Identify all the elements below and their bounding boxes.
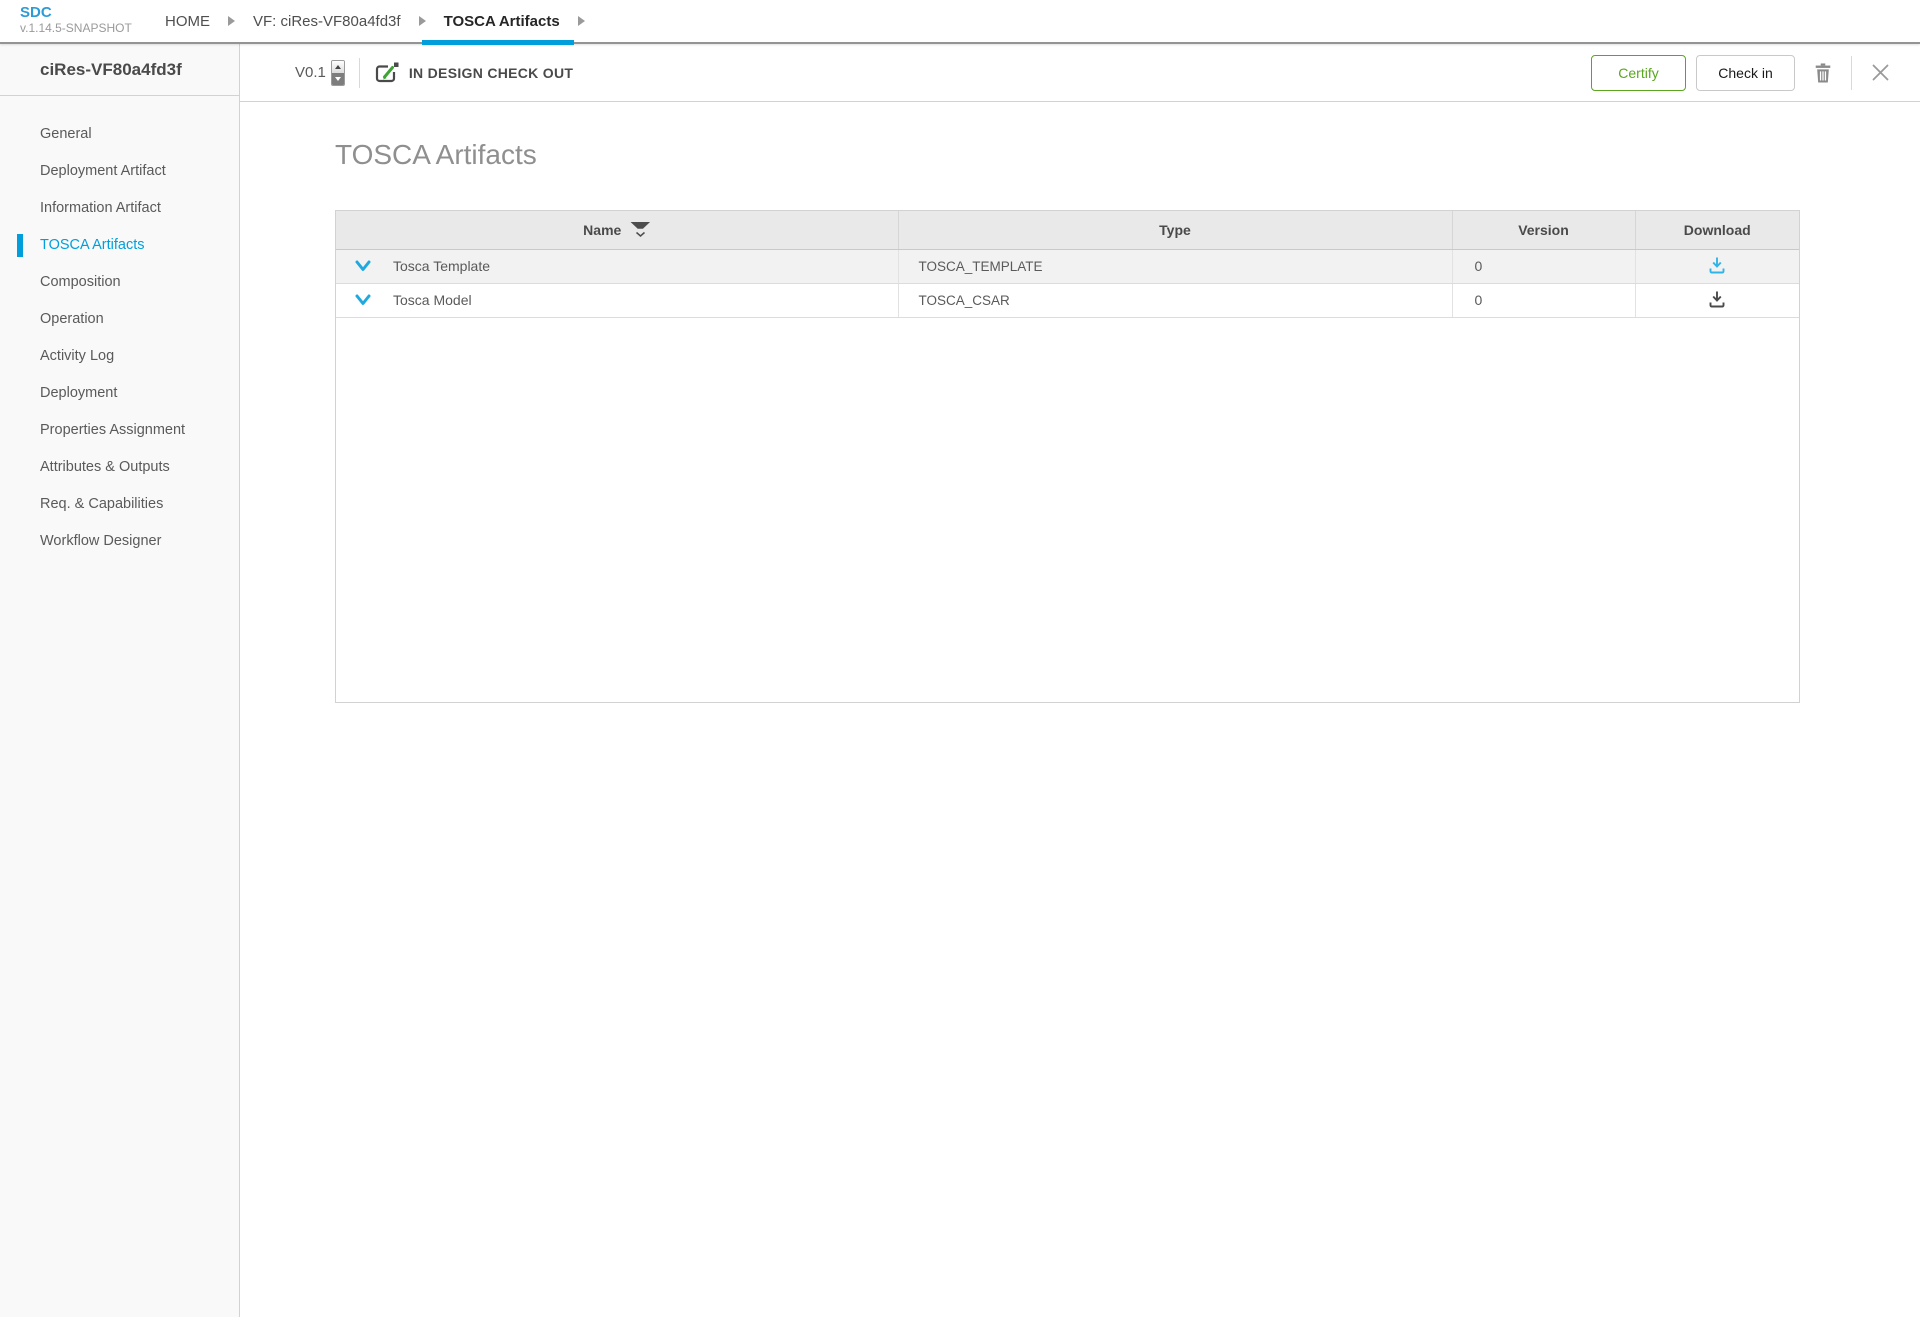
artifact-version: 0 (1452, 249, 1635, 283)
toolbar-divider (1851, 56, 1852, 90)
sidebar-item-attributes-outputs[interactable]: Attributes & Outputs (0, 449, 239, 486)
stepper-up-icon[interactable] (332, 61, 344, 73)
sdc-version-text: v.1.14.5-SNAPSHOT (20, 21, 165, 36)
sidebar-item-deployment-artifact[interactable]: Deployment Artifact (0, 153, 239, 190)
table-header-row: Name Type Version Download (336, 211, 1799, 249)
sidebar-item-tosca-artifacts[interactable]: TOSCA Artifacts (0, 227, 239, 264)
breadcrumb-arrow-icon (419, 16, 426, 26)
check-in-button[interactable]: Check in (1696, 55, 1795, 91)
lifecycle-state-label: IN DESIGN CHECK OUT (409, 65, 573, 81)
sidebar: ciRes-VF80a4fd3f General Deployment Arti… (0, 44, 240, 1317)
artifact-type: TOSCA_CSAR (898, 283, 1452, 317)
sort-descending-icon (630, 222, 650, 238)
sidebar-resource-title: ciRes-VF80a4fd3f (0, 44, 239, 96)
lifecycle-toolbar: V0.1 IN DESIGN CHECK OUT Certify Check i… (240, 44, 1920, 102)
tab-home[interactable]: HOME (165, 0, 210, 43)
artifacts-table: Name Type Version Download (335, 210, 1800, 703)
close-icon (1872, 64, 1889, 81)
breadcrumb: HOME VF: ciRes-VF80a4fd3f TOSCA Artifact… (165, 0, 603, 42)
breadcrumb-arrow-icon (228, 16, 235, 26)
sidebar-item-composition[interactable]: Composition (0, 264, 239, 301)
sdc-logo[interactable]: SDC v.1.14.5-SNAPSHOT (0, 0, 165, 42)
page-title: TOSCA Artifacts (335, 138, 1920, 172)
sidebar-item-req-capabilities[interactable]: Req. & Capabilities (0, 486, 239, 523)
column-header-type[interactable]: Type (898, 211, 1452, 249)
artifact-type: TOSCA_TEMPLATE (898, 249, 1452, 283)
sidebar-item-activity-log[interactable]: Activity Log (0, 338, 239, 375)
sidebar-item-properties-assignment[interactable]: Properties Assignment (0, 412, 239, 449)
toolbar-actions: Certify Check in (1591, 55, 1900, 91)
sidebar-item-workflow-designer[interactable]: Workflow Designer (0, 523, 239, 560)
version-stepper[interactable] (331, 60, 345, 86)
stepper-down-icon[interactable] (332, 73, 344, 85)
close-button[interactable] (1860, 55, 1900, 91)
sidebar-item-information-artifact[interactable]: Information Artifact (0, 190, 239, 227)
artifact-version: 0 (1452, 283, 1635, 317)
checkout-edit-icon (374, 61, 399, 84)
chevron-down-icon[interactable] (355, 294, 371, 306)
certify-button[interactable]: Certify (1591, 55, 1686, 91)
version-label: V0.1 (295, 64, 326, 81)
top-nav-bar: SDC v.1.14.5-SNAPSHOT HOME VF: ciRes-VF8… (0, 0, 1920, 44)
trash-icon (1813, 62, 1833, 84)
tab-vf-cires[interactable]: VF: ciRes-VF80a4fd3f (253, 0, 401, 43)
tab-tosca-artifacts[interactable]: TOSCA Artifacts (444, 0, 560, 43)
toolbar-divider (359, 58, 360, 88)
sidebar-item-deployment[interactable]: Deployment (0, 375, 239, 412)
content-area: V0.1 IN DESIGN CHECK OUT Certify Check i… (240, 44, 1920, 1317)
download-icon[interactable] (1707, 289, 1727, 309)
sidebar-nav: General Deployment Artifact Information … (0, 96, 239, 560)
column-header-version[interactable]: Version (1452, 211, 1635, 249)
chevron-down-icon[interactable] (355, 260, 371, 272)
artifact-name: Tosca Template (393, 258, 490, 274)
table-row-tosca-template: Tosca Template TOSCA_TEMPLATE 0 (336, 249, 1799, 283)
column-header-name-label: Name (583, 222, 621, 238)
tosca-artifacts-panel: TOSCA Artifacts Name (240, 102, 1920, 703)
sidebar-item-operation[interactable]: Operation (0, 301, 239, 338)
sdc-logo-text: SDC (20, 5, 165, 21)
delete-button[interactable] (1803, 55, 1843, 91)
sidebar-item-general[interactable]: General (0, 116, 239, 153)
table-row-tosca-model: Tosca Model TOSCA_CSAR 0 (336, 283, 1799, 317)
download-icon[interactable] (1707, 255, 1727, 275)
artifact-name: Tosca Model (393, 292, 472, 308)
breadcrumb-arrow-icon (578, 16, 585, 26)
column-header-name[interactable]: Name (336, 211, 898, 249)
page-body: ciRes-VF80a4fd3f General Deployment Arti… (0, 44, 1920, 1317)
column-header-download[interactable]: Download (1635, 211, 1799, 249)
